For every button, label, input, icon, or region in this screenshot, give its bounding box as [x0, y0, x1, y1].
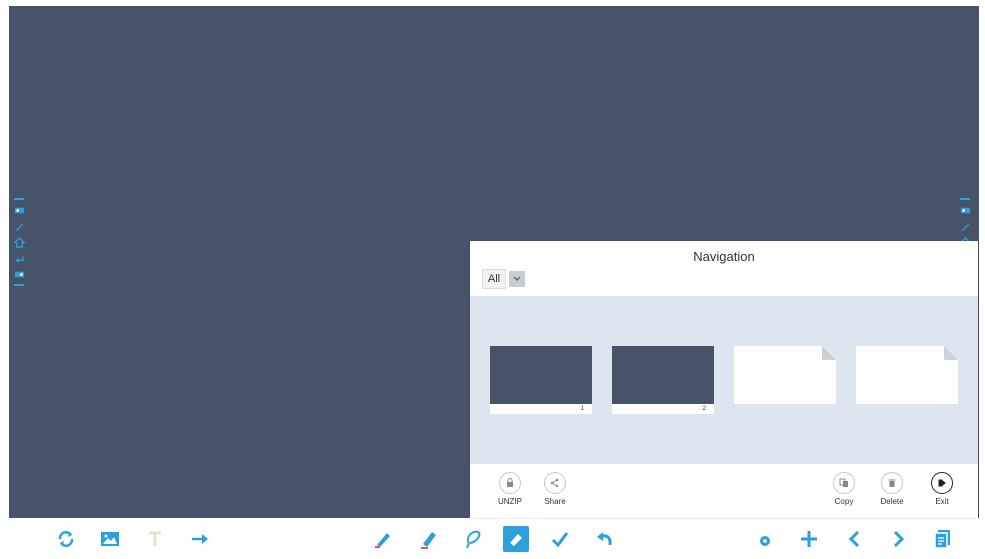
page-filter-dropdown[interactable]: All	[482, 269, 525, 289]
trash-icon	[881, 472, 903, 494]
filter-selected-value[interactable]: All	[482, 269, 506, 289]
pen-icon[interactable]	[959, 219, 971, 233]
navigation-title: Navigation	[693, 249, 755, 264]
eraser-icon[interactable]	[503, 526, 529, 552]
projector-icon[interactable]	[13, 267, 25, 281]
page-thumbnail[interactable]: 1	[490, 346, 592, 414]
divider	[14, 284, 24, 286]
text-icon[interactable]	[142, 526, 168, 552]
lasso-icon[interactable]	[460, 526, 486, 552]
settings-icon[interactable]	[752, 526, 778, 552]
prev-page-icon[interactable]	[842, 526, 868, 552]
bottom-toolbar	[0, 520, 985, 559]
exit-icon	[931, 472, 953, 494]
navigation-actions: UNZIP Share Copy Delete Exit	[470, 464, 978, 518]
delete-label: Delete	[880, 497, 904, 506]
refresh-icon[interactable]	[53, 526, 79, 552]
page-thumbnail[interactable]: 2	[612, 346, 714, 414]
page-number: 1	[580, 406, 584, 412]
home-icon[interactable]	[13, 235, 25, 249]
projector-icon[interactable]	[13, 203, 25, 217]
thumbnail-image	[612, 346, 714, 404]
pages-icon[interactable]	[930, 526, 956, 552]
arrow-icon[interactable]	[187, 526, 213, 552]
exit-label: Exit	[935, 497, 949, 506]
projector-icon[interactable]	[959, 203, 971, 217]
copy-label: Copy	[834, 497, 854, 506]
thumbnail-image	[734, 346, 836, 404]
next-page-icon[interactable]	[885, 526, 911, 552]
share-icon	[544, 472, 566, 494]
thumbnail-image	[490, 346, 592, 404]
undo-icon[interactable]	[13, 251, 25, 265]
copy-icon	[833, 472, 855, 494]
exit-button[interactable]: Exit	[924, 472, 960, 506]
chevron-down-icon[interactable]	[509, 271, 525, 287]
page-fold-corner	[944, 346, 958, 360]
page-number: 2	[702, 406, 706, 412]
page-thumbnail-blank[interactable]	[734, 346, 836, 414]
add-page-icon[interactable]	[796, 526, 822, 552]
highlighter-icon[interactable]	[416, 526, 442, 552]
thumbnail-image	[856, 346, 958, 404]
navigation-panel: Navigation All 1 2 UNZIP Share Copy Dele…	[470, 241, 978, 518]
share-label: Share	[544, 497, 566, 506]
divider	[960, 198, 970, 200]
image-icon[interactable]	[97, 526, 123, 552]
unlock-button[interactable]: UNZIP	[492, 472, 528, 506]
page-thumbnail-blank[interactable]	[856, 346, 958, 414]
divider	[14, 198, 24, 200]
pen-icon[interactable]	[13, 219, 25, 233]
copy-button[interactable]: Copy	[826, 472, 862, 506]
share-button[interactable]: Share	[537, 472, 573, 506]
lock-icon	[499, 472, 521, 494]
delete-button[interactable]: Delete	[874, 472, 910, 506]
thumbnail-caption: 1	[490, 404, 592, 414]
left-side-toolbar	[12, 196, 26, 288]
check-icon[interactable]	[547, 526, 573, 552]
page-fold-corner	[822, 346, 836, 360]
pen-icon[interactable]	[370, 526, 396, 552]
unlock-label: UNZIP	[498, 497, 522, 506]
undo-icon[interactable]	[592, 526, 618, 552]
thumbnail-caption: 2	[612, 404, 714, 414]
page-thumbnail-strip: 1 2	[470, 296, 978, 464]
